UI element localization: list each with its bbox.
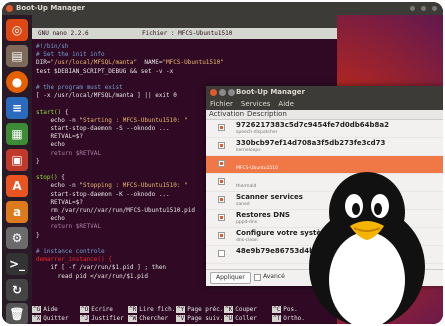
start-echo: Starting : MFCS-Ubuntu1510: ": [82, 116, 188, 124]
power-icon[interactable]: [432, 6, 437, 11]
shortcut-key: ^R: [128, 306, 138, 313]
system-tray: [410, 2, 437, 11]
impress-icon[interactable]: ▣: [6, 149, 28, 171]
shortcut-read[interactable]: ^R Lire fich.: [128, 305, 176, 314]
service-checkbox[interactable]: [218, 250, 225, 257]
advanced-checkbox[interactable]: [254, 274, 261, 281]
column-activation[interactable]: Activation: [206, 110, 247, 119]
shortcut-label: Chercher: [139, 315, 169, 322]
service-checkbox[interactable]: [218, 142, 225, 149]
service-name: Restores DNS: [236, 211, 290, 219]
terminal-titlebar: [32, 15, 337, 28]
menu-services[interactable]: Services: [241, 99, 271, 110]
stop-echo: Stopping : MFCS-Ubuntu1510: ": [82, 182, 188, 190]
column-description[interactable]: Description: [247, 110, 287, 119]
top-panel-title: Boot-Up Manager: [16, 4, 85, 12]
software-center-icon[interactable]: A: [6, 175, 28, 197]
trash-icon[interactable]: 🗑: [6, 303, 28, 324]
service-id: thermald: [236, 184, 257, 189]
shortcut-search[interactable]: ^W Chercher: [128, 314, 176, 323]
shortcut-key: ^G: [32, 306, 42, 313]
shortcut-paste[interactable]: ^U Coller: [224, 314, 272, 323]
shortcut-key: ^O: [80, 306, 90, 313]
service-checkbox[interactable]: [218, 124, 225, 131]
maximize-icon[interactable]: [228, 89, 235, 96]
service-checkbox[interactable]: [218, 196, 225, 203]
service-name: 9726217383c5d7c9454fe7d0db64b8a2: [236, 121, 390, 129]
terminal-icon[interactable]: >_: [6, 253, 28, 275]
service-id: dns-clean: [236, 238, 258, 243]
shortcut-key: ^K: [224, 306, 234, 313]
bum-title: Boot-Up Manager: [236, 88, 305, 96]
shortcut-label: Quitter: [43, 315, 69, 322]
menu-file[interactable]: Fichier: [210, 99, 233, 110]
service-id: pppd-dns: [236, 220, 258, 225]
shortcut-key: ^C: [272, 306, 282, 313]
service-checkbox[interactable]: [218, 232, 225, 239]
shortcut-next-page[interactable]: ^V Page suiv.: [176, 314, 224, 323]
top-panel: Boot-Up Manager: [2, 2, 443, 15]
nano-version: GNU nano 2.2.6: [38, 30, 89, 37]
unity-launcher: ◎ ▤ ● ≡ ▦ ▣ A a ⚙ >_ ↻ 🗑: [2, 15, 32, 324]
shortcut-label: Lire fich.: [139, 306, 176, 313]
shortcut-help[interactable]: ^G Aide: [32, 305, 80, 314]
shortcut-label: Page suiv.: [187, 315, 224, 322]
nano-header: GNU nano 2.2.6 Fichier : MFCS-Ubuntu1510: [32, 28, 337, 39]
minimize-icon[interactable]: [219, 89, 226, 96]
shortcut-cut[interactable]: ^K Couper: [224, 305, 272, 314]
advanced-label: Avancé: [263, 273, 285, 280]
files-icon[interactable]: ▤: [6, 45, 28, 67]
menu-help[interactable]: Aide: [278, 99, 293, 110]
network-icon[interactable]: [410, 6, 415, 11]
service-row[interactable]: 9726217383c5d7c9454fe7d0db64b8a2 speech-d…: [206, 120, 443, 138]
service-checkbox[interactable]: [218, 214, 225, 221]
service-id: speech-dispatcher: [236, 130, 278, 135]
shortcut-key: ^X: [32, 315, 42, 322]
calc-icon[interactable]: ▦: [6, 123, 28, 145]
shortcut-label: Aide: [43, 306, 58, 313]
script-content[interactable]: #!/bin/sh # Set the init info DIR="/usr/…: [36, 43, 224, 281]
close-icon[interactable]: [210, 89, 217, 96]
path-value: "/usr/local/MFSQL/manta": [50, 59, 138, 67]
bum-menubar: Fichier Services Aide: [206, 99, 443, 110]
shortcut-key: ^U: [224, 315, 234, 322]
shortcut-label: Justifier: [91, 315, 124, 322]
shortcut-write[interactable]: ^O Ecrire: [80, 305, 128, 314]
shortcut-key: ^V: [176, 315, 186, 322]
shortcut-label: Couper: [235, 306, 257, 313]
shortcut-justify[interactable]: ^J Justifier: [80, 314, 128, 323]
apply-button[interactable]: Appliquer: [210, 272, 251, 284]
bum-titlebar: Boot-Up Manager: [206, 86, 443, 99]
shortcut-key: ^J: [80, 315, 90, 322]
screenshot-frame: Boot-Up Manager ◎ ▤ ● ≡ ▦ ▣ A a ⚙ >_ ↻ 🗑…: [2, 2, 443, 324]
firefox-icon[interactable]: ●: [6, 71, 28, 93]
shortcut-label: Page préc.: [187, 306, 224, 313]
close-icon[interactable]: [6, 5, 13, 12]
amazon-icon[interactable]: a: [6, 201, 28, 223]
service-id: kerneloops: [236, 148, 261, 153]
service-name: 330bcb97ef14d708a3f5db273fe3cd73: [236, 139, 386, 147]
pid-path: /var/run/MFCS-Ubuntu1510.pid: [93, 207, 195, 215]
writer-icon[interactable]: ≡: [6, 97, 28, 119]
shortcut-label: Coller: [235, 315, 257, 322]
shortcut-key: ^T: [272, 315, 282, 322]
update-icon[interactable]: ↻: [6, 279, 28, 301]
shortcut-key: ^Y: [176, 306, 186, 313]
shortcut-quit[interactable]: ^X Quitter: [32, 314, 80, 323]
service-id: saned: [236, 202, 250, 207]
service-id: MFCS-Ubuntu1510: [236, 166, 279, 171]
service-checkbox[interactable]: [218, 178, 225, 185]
shortcut-key: ^W: [128, 315, 138, 322]
name-value: "MFCS-Ubuntu1510": [162, 59, 224, 67]
nano-filename: Fichier : MFCS-Ubuntu1510: [142, 30, 233, 37]
service-checkbox[interactable]: [218, 160, 225, 167]
bum-column-header: Activation Description: [206, 110, 443, 120]
volume-icon[interactable]: [421, 6, 426, 11]
service-row[interactable]: 330bcb97ef14d708a3f5db273fe3cd73 kerneloo…: [206, 138, 443, 156]
tux-penguin-image: [309, 172, 425, 324]
ubuntu-dash-icon[interactable]: ◎: [6, 19, 28, 41]
shortcut-prev-page[interactable]: ^Y Page préc.: [176, 305, 224, 314]
settings-icon[interactable]: ⚙: [6, 227, 28, 249]
shortcut-label: Ecrire: [91, 306, 113, 313]
